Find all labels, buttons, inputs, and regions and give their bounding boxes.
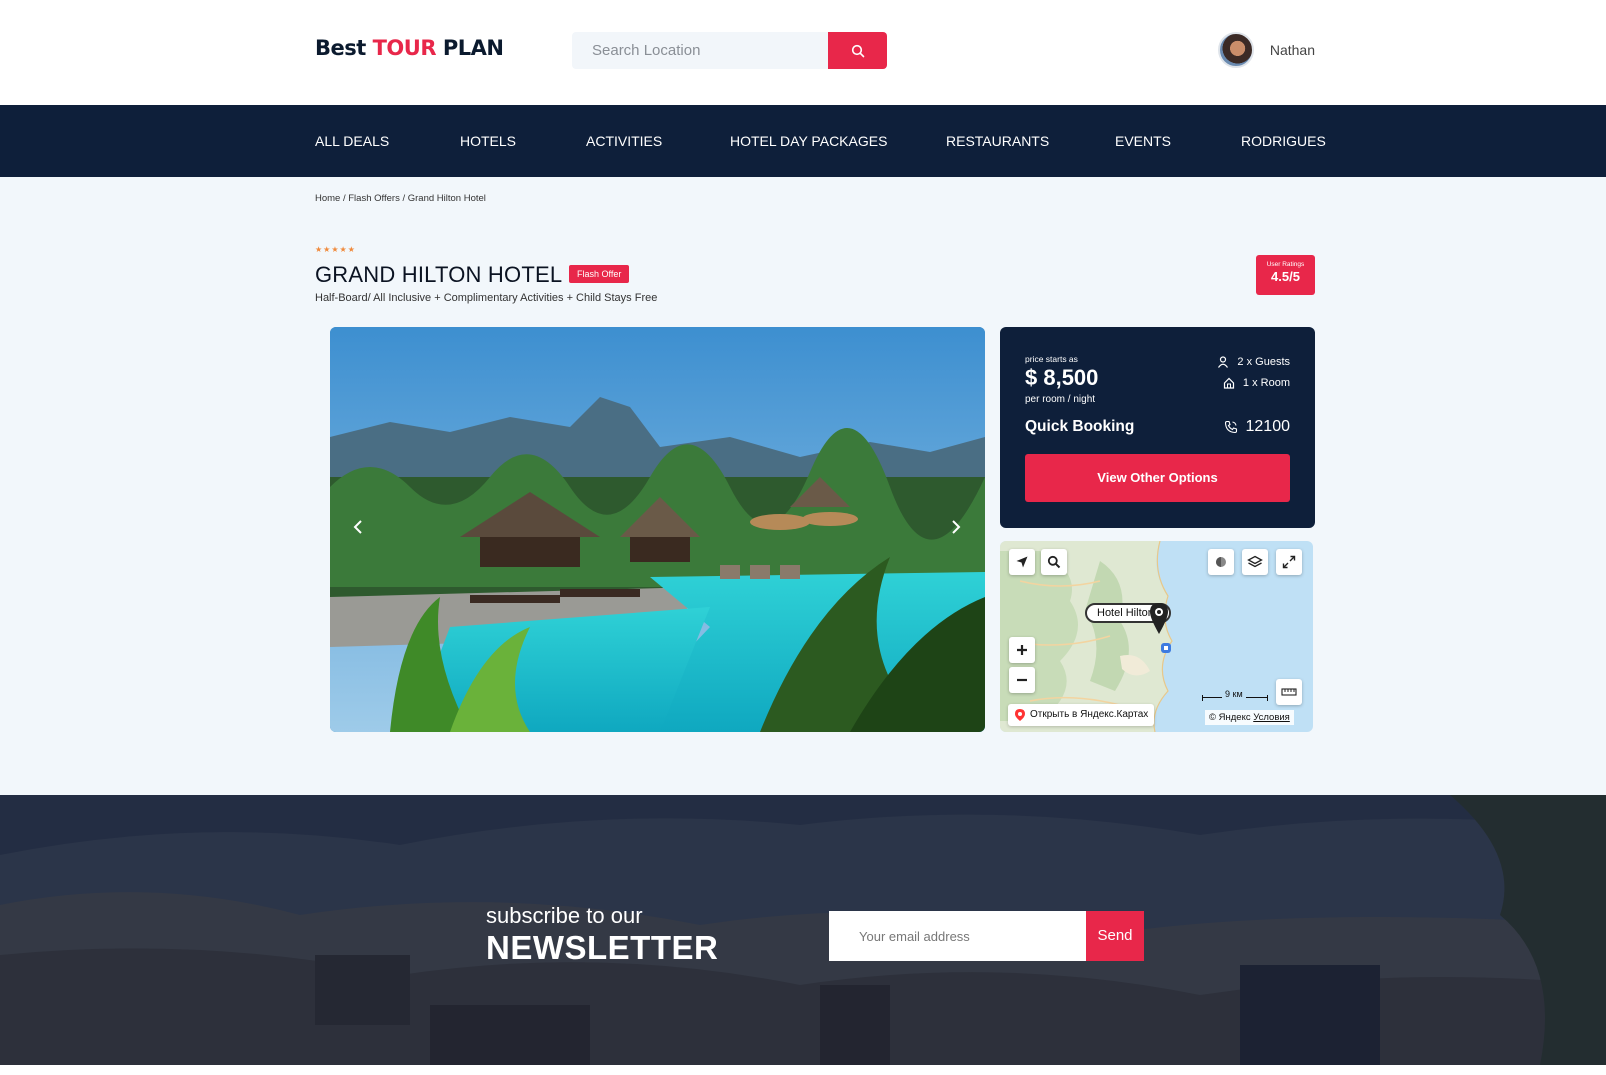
search-input[interactable] [572, 32, 827, 69]
gallery-next-button[interactable] [941, 512, 971, 542]
ruler-button[interactable] [1276, 679, 1302, 705]
map-copyright: © Яндекс Условия [1205, 710, 1294, 725]
logo-text-best: Best [315, 36, 373, 60]
photo-gallery[interactable] [330, 327, 985, 732]
open-in-yandex-label: Открыть в Яндекс.Картах [1030, 709, 1149, 720]
minus-icon [1017, 678, 1027, 682]
nav-item-hotel-day-packages[interactable]: HOTEL DAY PACKAGES [730, 105, 887, 177]
rooms-label: 1 x Room [1242, 377, 1290, 389]
poi-marker-icon[interactable] [1160, 642, 1172, 654]
star-rating: ★★★★★ [315, 245, 356, 254]
newsletter-subtitle: subscribe to our [486, 903, 643, 928]
locate-button[interactable] [1009, 549, 1035, 575]
nav-item-events[interactable]: EVENTS [1115, 105, 1171, 177]
booking-phone[interactable]: 12100 [1224, 418, 1291, 436]
zoom-in-button[interactable] [1009, 637, 1035, 663]
landscape-background [0, 795, 1606, 1065]
phone-number: 12100 [1245, 418, 1291, 435]
copyright-text: © Яндекс [1209, 712, 1251, 723]
map-layers-button[interactable] [1242, 549, 1268, 575]
location-pin-icon[interactable] [1147, 601, 1171, 637]
nav-item-hotels[interactable]: HOTELS [460, 105, 516, 177]
zoom-out-button[interactable] [1009, 667, 1035, 693]
navigation-arrow-icon [1016, 556, 1028, 568]
location-map[interactable]: Hotel Hilton 9 км Открыть в Яндекс.Карта… [1000, 541, 1313, 732]
user-name[interactable]: Nathan [1270, 42, 1315, 58]
map-search-button[interactable] [1041, 549, 1067, 575]
newsletter-email-input[interactable] [829, 911, 1086, 961]
newsletter-section: subscribe to our NEWSLETTER Send [0, 795, 1606, 1065]
map-scale-label: 9 км [1222, 689, 1246, 699]
logo-text-tour: TOUR [372, 36, 437, 60]
map-theme-button[interactable] [1208, 549, 1234, 575]
user-icon [1218, 356, 1229, 368]
rooms-info: 1 x Room [1223, 377, 1290, 389]
user-rating-badge: User Ratings 4.5/5 [1256, 255, 1315, 295]
avatar[interactable] [1217, 32, 1254, 68]
rating-label: User Ratings [1266, 261, 1305, 268]
breadcrumb[interactable]: Home / Flash Offers / Grand Hilton Hotel [315, 193, 486, 204]
ruler-icon [1281, 688, 1297, 696]
price-value: $ 8,500 [1025, 365, 1099, 390]
main-nav: ALL DEALS HOTELS ACTIVITIES HOTEL DAY PA… [0, 105, 1606, 177]
phone-icon [1224, 420, 1237, 434]
search-icon [1047, 555, 1061, 569]
layers-icon [1247, 555, 1263, 568]
map-pin-icon [1015, 709, 1025, 721]
hotel-subtitle: Half-Board/ All Inclusive + Complimentar… [315, 292, 658, 304]
search-icon [851, 44, 864, 57]
home-icon [1223, 377, 1235, 389]
map-fullscreen-button[interactable] [1276, 549, 1302, 575]
guests-label: 2 x Guests [1237, 356, 1290, 368]
view-other-options-button[interactable]: View Other Options [1025, 454, 1290, 502]
page-title: GRAND HILTON HOTEL [315, 262, 563, 287]
newsletter-title: NEWSLETTER [486, 929, 719, 966]
chevron-right-icon [952, 520, 961, 534]
site-header: Best TOUR PLAN Nathan [0, 0, 1606, 105]
newsletter-send-button[interactable]: Send [1086, 911, 1144, 961]
nav-item-restaurants[interactable]: RESTAURANTS [946, 105, 1049, 177]
terms-link[interactable]: Условия [1253, 712, 1290, 723]
resort-pool-photo [330, 327, 985, 732]
user-menu[interactable]: Nathan [1217, 32, 1315, 68]
price-label: price starts as [1025, 354, 1078, 364]
logo-text-plan: PLAN [436, 36, 504, 60]
search-button[interactable] [828, 32, 887, 69]
booking-card: price starts as $ 8,500 per room / night… [1000, 327, 1315, 528]
site-logo[interactable]: Best TOUR PLAN [315, 36, 504, 60]
plus-icon [1017, 645, 1027, 655]
nav-item-rodrigues[interactable]: RODRIGUES [1241, 105, 1326, 177]
gallery-prev-button[interactable] [343, 512, 373, 542]
rating-value: 4.5/5 [1271, 269, 1300, 284]
footer-strip [0, 1065, 1606, 1075]
search-bar [572, 32, 887, 69]
expand-icon [1282, 555, 1296, 569]
nav-item-activities[interactable]: ACTIVITIES [586, 105, 662, 177]
quick-booking-title: Quick Booking [1025, 418, 1135, 435]
chevron-left-icon [353, 520, 362, 534]
price-unit: per room / night [1025, 394, 1096, 405]
open-in-yandex-link[interactable]: Открыть в Яндекс.Картах [1008, 704, 1155, 726]
nav-item-all-deals[interactable]: ALL DEALS [315, 105, 389, 177]
flash-offer-badge: Flash Offer [569, 265, 630, 283]
circle-half-icon [1216, 557, 1226, 567]
guests-info: 2 x Guests [1217, 356, 1290, 368]
